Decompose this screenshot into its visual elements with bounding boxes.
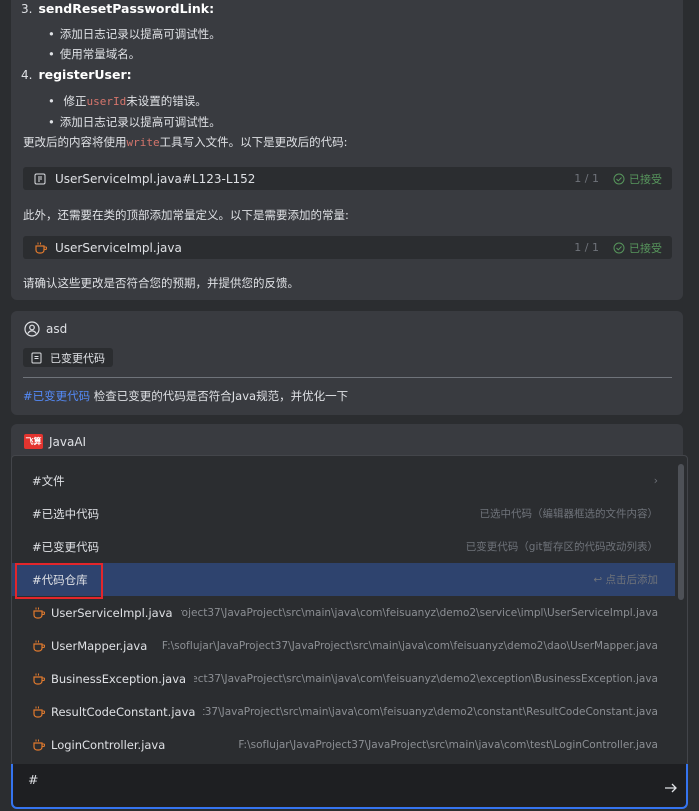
popup-item-hint: 已选中代码（编辑器框选的文件内容）	[479, 508, 659, 520]
status-label: 已接受	[629, 241, 662, 255]
file-name: UserServiceImpl.java	[51, 605, 173, 620]
file-name: UserServiceImpl.java#L123-L152	[55, 171, 256, 186]
code-file-block[interactable]: UserServiceImpl.java#L123-L152 1 / 1 已接受	[23, 167, 672, 190]
file-name: ResultCodeConstant.java	[51, 704, 196, 719]
file-path: F:\sofIujar\JavaProject37\JavaProject\sr…	[181, 606, 658, 619]
java-file-icon	[33, 607, 45, 619]
paragraph: 更改后的内容将使用write工具写入文件。以下是更改后的代码:	[23, 134, 348, 150]
popup-file-item[interactable]: LoginController.java F:\sofIujar\JavaPro…	[12, 728, 675, 761]
context-chip[interactable]: 已变更代码	[23, 348, 113, 367]
step-3: 3. sendResetPasswordLink:	[21, 1, 214, 16]
file-name: BusinessException.java	[51, 671, 187, 686]
popup-file-item[interactable]: UserServiceImpl.java F:\sofIujar\JavaPro…	[12, 596, 675, 629]
paragraph: 请确认这些更改是否符合您的预期，并提供您的反馈。	[23, 276, 299, 290]
context-popup: #文件 › #已选中代码 已选中代码（编辑器框选的文件内容） #已变更代码 已变…	[11, 455, 688, 766]
step-title: registerUser:	[38, 67, 132, 82]
code-diff-icon	[33, 172, 47, 186]
popup-item-code-repository[interactable]: #代码仓库 ↩ 点击后添加	[12, 563, 675, 596]
check-circle-icon	[613, 173, 625, 184]
java-file-icon	[33, 241, 47, 255]
bullet-text: 未设置的错误。	[126, 94, 207, 108]
paragraph: 此外，还需要在类的顶部添加常量定义。以下是需要添加的常量:	[23, 208, 349, 222]
code-file-block[interactable]: UserServiceImpl.java 1 / 1 已接受	[23, 236, 672, 259]
paragraph-text: 更改后的内容将使用	[23, 135, 127, 149]
javaai-logo: 飞算	[24, 434, 43, 449]
chevron-right-icon: ›	[653, 474, 658, 487]
left-rail	[0, 724, 11, 811]
file-path: F:\sofIujar\JavaProject37\JavaProject\sr…	[194, 672, 658, 685]
assistant-name: JavaAI	[49, 434, 87, 449]
popup-item-label: #已变更代码	[32, 539, 100, 554]
document-icon	[31, 352, 42, 363]
assistant-header: 飞算 JavaAI	[24, 434, 86, 449]
bullet-item: 使用常量域名。	[48, 46, 141, 62]
context-tag[interactable]: #已变更代码	[23, 389, 90, 403]
popup-item-file[interactable]: #文件 ›	[12, 464, 675, 497]
popup-scrollbar[interactable]	[678, 464, 684, 600]
file-path: F:\sofIujar\JavaProject37\JavaProject\sr…	[238, 738, 658, 751]
popup-item-label: #已选中代码	[32, 506, 100, 521]
bullet-item: 添加日志记录以提高可调试性。	[48, 26, 221, 42]
send-arrow-icon[interactable]	[662, 779, 680, 797]
bullet-item: 修正userId未设置的错误。	[48, 93, 207, 109]
popup-item-selected-code[interactable]: #已选中代码 已选中代码（编辑器框选的文件内容）	[12, 497, 675, 530]
step-title: sendResetPasswordLink:	[38, 1, 215, 16]
check-circle-icon	[613, 242, 625, 253]
java-file-icon	[33, 739, 45, 751]
input-value: #	[28, 772, 39, 787]
user-message-text: #已变更代码 检查已变更的代码是否符合Java规范，并优化一下	[23, 388, 348, 404]
status-label: 已接受	[629, 172, 662, 186]
chat-input[interactable]: #	[11, 764, 688, 809]
bullet-item: 添加日志记录以提高可调试性。	[48, 114, 221, 130]
popup-item-hint: ↩ 点击后添加	[593, 574, 658, 586]
java-file-icon	[33, 673, 45, 685]
accepted-status: 已接受	[613, 171, 662, 187]
file-name: UserMapper.java	[51, 638, 148, 653]
java-file-icon	[33, 706, 45, 718]
message-body: 检查已变更的代码是否符合Java规范，并优化一下	[90, 389, 349, 403]
popup-file-item[interactable]: UserMapper.java F:\sofIujar\JavaProject3…	[12, 629, 675, 662]
java-file-icon	[33, 640, 45, 652]
bullet-text: 修正	[63, 94, 87, 108]
file-name: UserServiceImpl.java	[55, 240, 182, 255]
popup-item-hint: 已变更代码（git暂存区的代码改动列表）	[465, 541, 658, 553]
username: asd	[46, 322, 68, 336]
change-count: 1 / 1	[574, 241, 599, 254]
divider	[23, 377, 672, 378]
file-name: LoginController.java	[51, 737, 166, 752]
user-avatar-icon	[24, 321, 40, 337]
popup-item-label: #代码仓库	[32, 572, 88, 587]
popup-file-item[interactable]: ResultCodeConstant.java F:\sofIujar\Java…	[12, 695, 675, 728]
accepted-status: 已接受	[613, 240, 662, 256]
file-path: F:\sofIujar\JavaProject37\JavaProject\sr…	[203, 705, 658, 718]
step-number: 3.	[21, 2, 33, 16]
step-4: 4. registerUser:	[21, 67, 132, 82]
chip-label: 已变更代码	[50, 351, 105, 365]
inline-code: userId	[86, 95, 127, 108]
user-header: asd	[24, 321, 67, 337]
paragraph-text: 工具写入文件。以下是更改后的代码:	[159, 135, 348, 149]
popup-item-label: #文件	[32, 473, 65, 488]
file-path: F:\sofIujar\JavaProject37\JavaProject\sr…	[161, 639, 658, 652]
step-number: 4.	[21, 68, 33, 82]
change-count: 1 / 1	[574, 172, 599, 185]
inline-code: write	[126, 136, 160, 149]
popup-file-item[interactable]: BusinessException.java F:\sofIujar\JavaP…	[12, 662, 675, 695]
popup-item-changed-code[interactable]: #已变更代码 已变更代码（git暂存区的代码改动列表）	[12, 530, 675, 563]
